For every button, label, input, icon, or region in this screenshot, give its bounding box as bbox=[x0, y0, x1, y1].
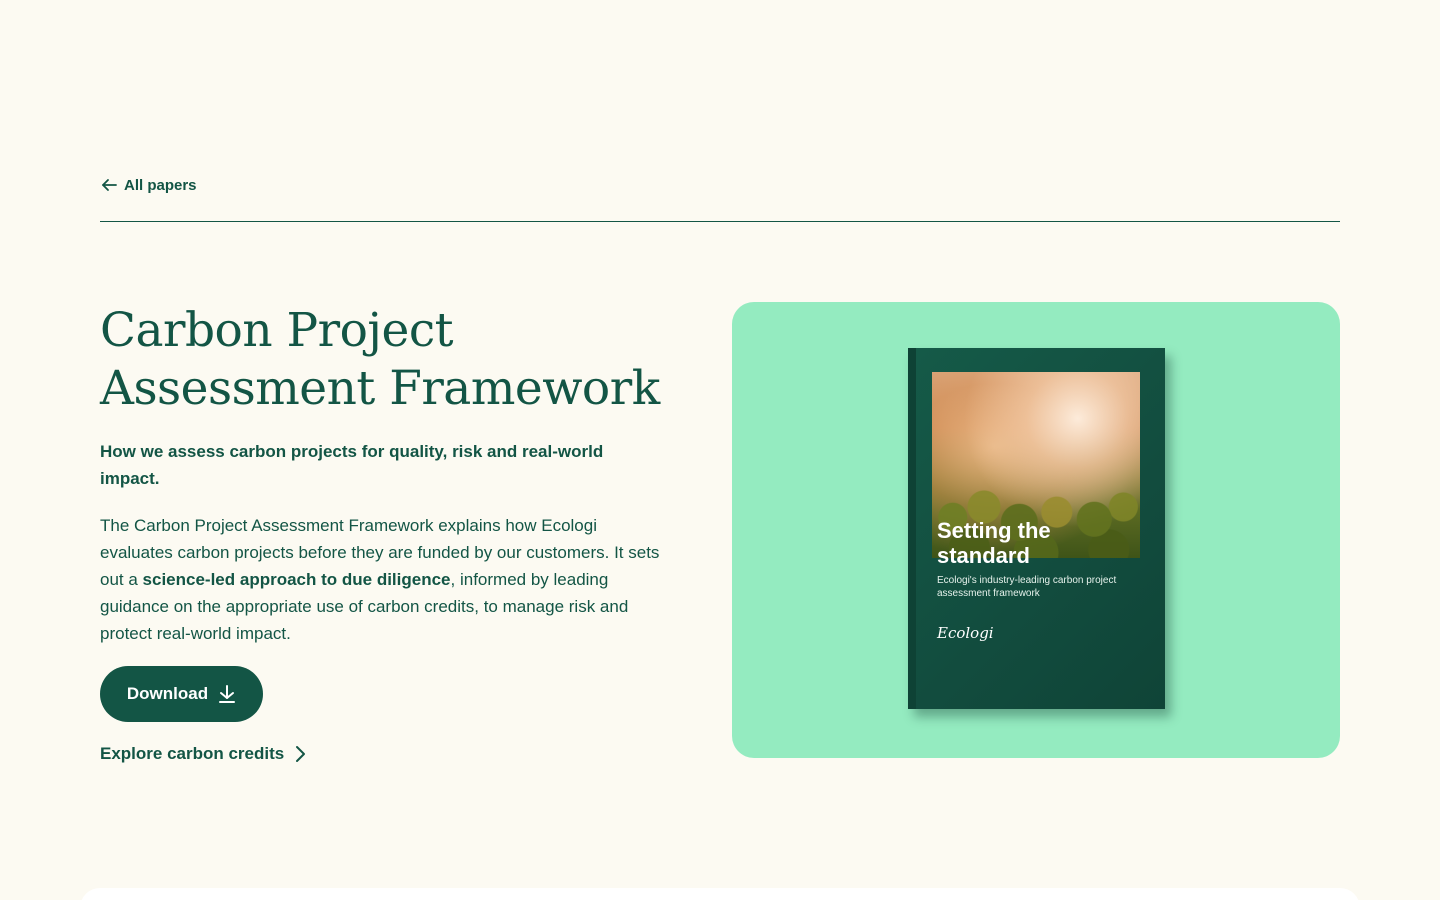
chevron-right-icon bbox=[296, 746, 306, 762]
explore-link-label: Explore carbon credits bbox=[100, 744, 285, 763]
description-text: The Carbon Project Assessment Framework … bbox=[100, 512, 660, 647]
page-title: Carbon Project Assessment Framework bbox=[100, 303, 660, 416]
back-to-all-papers-link[interactable]: All papers bbox=[100, 176, 197, 194]
next-section-card bbox=[80, 888, 1360, 900]
report-cover: Setting the standard Ecologi's industry-… bbox=[908, 348, 1165, 709]
description-emphasis: science-led approach to due diligence bbox=[142, 570, 451, 589]
report-cover-title: Setting the standard bbox=[937, 518, 1051, 568]
download-button[interactable]: Download bbox=[100, 666, 263, 722]
hero-image-card: Setting the standard Ecologi's industry-… bbox=[732, 302, 1340, 758]
page-subtitle: How we assess carbon projects for qualit… bbox=[100, 442, 604, 488]
arrow-left-icon bbox=[102, 179, 117, 191]
explore-carbon-credits-link[interactable]: Explore carbon credits bbox=[100, 744, 306, 764]
report-cover-subtitle: Ecologi's industry-leading carbon projec… bbox=[937, 575, 1117, 599]
download-button-label: Download bbox=[126, 684, 209, 703]
ecologi-logo: Ecologi bbox=[937, 624, 994, 642]
header-divider bbox=[100, 221, 1340, 222]
download-icon bbox=[219, 685, 236, 703]
back-link-label: All papers bbox=[124, 176, 197, 194]
page: All papers Carbon Project Assessment Fra… bbox=[0, 0, 1440, 900]
